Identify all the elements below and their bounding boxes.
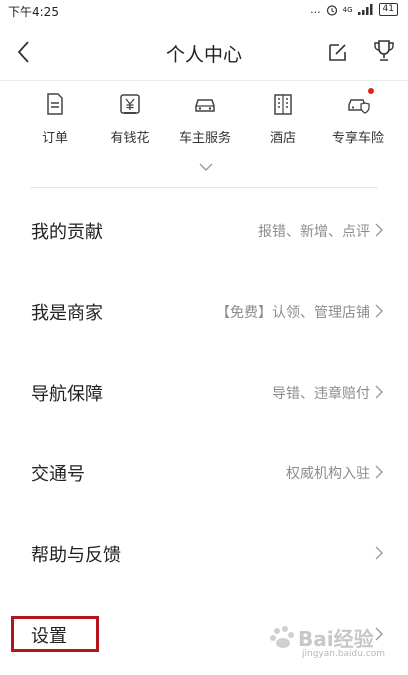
shortcut-label: 车主服务: [178, 131, 231, 146]
shortcut-orders[interactable]: 订单: [15, 88, 95, 146]
chevron-right-icon: [375, 385, 383, 399]
car-icon: [195, 99, 215, 112]
alarm-icon: [326, 4, 337, 16]
battery-icon: 41: [378, 3, 398, 16]
chevron-right-icon: [375, 304, 383, 318]
menu-item-hint: 导错、违章赔付: [272, 386, 370, 402]
expand-chevron-icon[interactable]: [196, 160, 216, 174]
signal-icon: [357, 4, 373, 15]
menu-item-traffic-account[interactable]: 交通号 权威机构入驻: [0, 432, 408, 512]
shortcut-label: 有钱花: [110, 131, 150, 146]
shortcut-hotel[interactable]: 酒店: [243, 88, 323, 146]
more-dots: ...: [310, 3, 321, 16]
menu-item-title: 我是商家: [31, 303, 103, 324]
yuan-icon: [120, 94, 140, 114]
menu-item-merchant[interactable]: 我是商家 【免费】认领、管理店铺: [0, 271, 408, 351]
chevron-right-icon: [375, 546, 383, 560]
status-time: 下午4:25: [8, 5, 59, 19]
menu-item-hint: 【免费】认领、管理店铺: [216, 305, 370, 321]
network-label: 4G: [342, 5, 353, 14]
shortcut-bar: 订单 有钱花 车主服务 酒店 专享车险: [0, 88, 408, 158]
baidu-watermark: Bai经验 jingyan.baidu.com: [268, 615, 388, 665]
section-divider: [30, 187, 378, 188]
shortcut-youqianhua[interactable]: 有钱花: [90, 88, 170, 146]
menu-item-contribution[interactable]: 我的贡献 报错、新增、点评: [0, 190, 408, 270]
menu-item-navigation-guarantee[interactable]: 导航保障 导错、违章赔付: [0, 352, 408, 432]
edit-icon[interactable]: [327, 41, 349, 63]
baidu-paw-icon: [270, 626, 294, 648]
menu-item-title: 帮助与反馈: [31, 545, 121, 566]
chevron-right-icon: [375, 465, 383, 479]
watermark-text: Bai经验: [298, 627, 374, 651]
document-icon: [47, 93, 63, 115]
notification-badge: [368, 88, 374, 94]
menu-item-title: 我的贡献: [31, 222, 103, 243]
shortcut-label: 专享车险: [331, 131, 384, 146]
watermark-url: jingyan.baidu.com: [302, 649, 386, 659]
trophy-icon[interactable]: [372, 38, 396, 64]
chevron-right-icon: [375, 223, 383, 237]
menu-item-help-feedback[interactable]: 帮助与反馈: [0, 513, 408, 593]
car-shield-icon: [346, 88, 374, 116]
menu-item-title: 导航保障: [31, 384, 103, 405]
menu-item-hint: 权威机构入驻: [286, 466, 370, 482]
shortcut-car-service[interactable]: 车主服务: [165, 88, 245, 146]
building-icon: [274, 94, 292, 115]
status-icons: ... 4G 41: [310, 3, 398, 16]
shortcut-label: 订单: [41, 131, 68, 146]
menu-item-title: 交通号: [31, 464, 85, 485]
settings-highlight-box: [11, 616, 99, 652]
menu-item-hint: 报错、新增、点评: [258, 224, 370, 240]
shortcut-car-insurance[interactable]: 专享车险: [318, 88, 398, 146]
status-bar: 下午4:25 ... 4G 41: [0, 0, 408, 22]
header-divider: [0, 80, 408, 81]
header-bar: 个人中心: [0, 22, 408, 82]
shortcut-label: 酒店: [269, 131, 296, 146]
